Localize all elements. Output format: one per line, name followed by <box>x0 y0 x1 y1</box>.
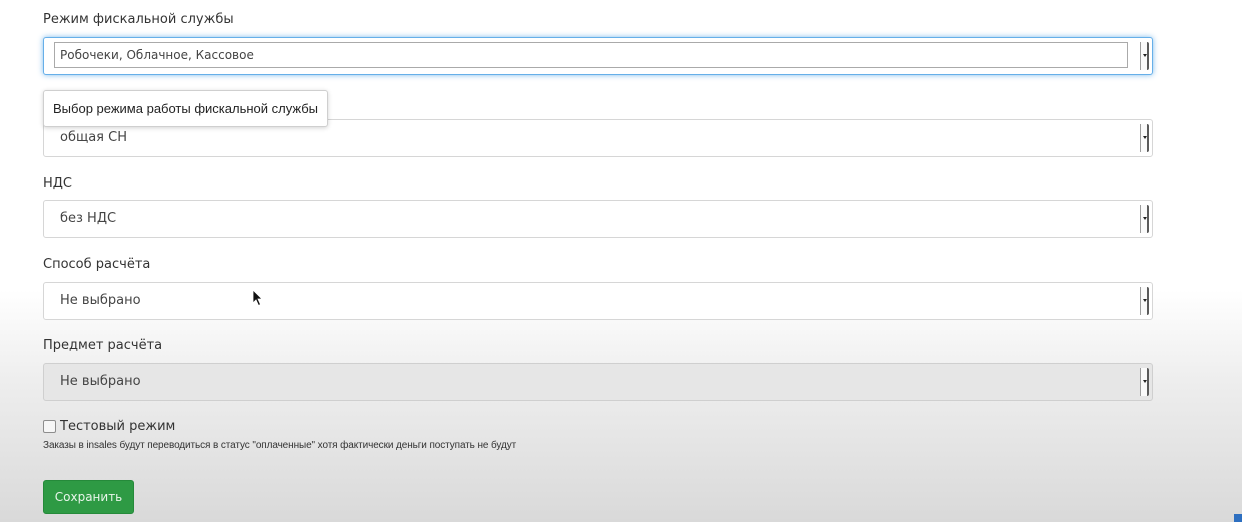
payment-method-label: Способ расчёта <box>43 257 151 272</box>
payment-subject-select[interactable]: Не выбрано <box>43 363 1153 401</box>
payment-method-value: Не выбрано <box>60 293 141 308</box>
fiscal-mode-label: Режим фискальной службы <box>43 12 234 27</box>
test-mode-label[interactable]: Тестовый режим <box>60 419 175 434</box>
tax-system-value: общая СН <box>60 130 127 145</box>
payment-method-select[interactable]: Не выбрано <box>43 282 1153 320</box>
test-mode-hint: Заказы в insales будут переводиться в ст… <box>43 440 517 451</box>
chevron-down-icon[interactable] <box>1140 287 1149 315</box>
vat-label: НДС <box>43 176 73 191</box>
corner-indicator <box>1234 514 1242 522</box>
fiscal-mode-tooltip: Выбор режима работы фискальной службы <box>43 90 329 127</box>
chevron-down-icon[interactable] <box>1140 368 1149 396</box>
vat-select[interactable]: без НДС <box>43 200 1153 238</box>
test-mode-row[interactable]: Тестовый режим <box>43 419 175 434</box>
fiscal-mode-value: Робочеки, Облачное, Кассовое <box>54 42 1128 68</box>
vat-value: без НДС <box>60 211 117 226</box>
fiscal-mode-select[interactable]: Робочеки, Облачное, Кассовое <box>43 37 1153 75</box>
mouse-pointer-icon <box>252 289 263 307</box>
chevron-down-icon[interactable] <box>1140 205 1149 233</box>
test-mode-checkbox[interactable] <box>43 420 56 433</box>
payment-subject-label: Предмет расчёта <box>43 338 163 353</box>
payment-subject-value: Не выбрано <box>60 374 141 389</box>
chevron-down-icon[interactable] <box>1140 124 1149 152</box>
chevron-down-icon[interactable] <box>1140 42 1149 70</box>
save-button[interactable]: Сохранить <box>43 480 134 514</box>
